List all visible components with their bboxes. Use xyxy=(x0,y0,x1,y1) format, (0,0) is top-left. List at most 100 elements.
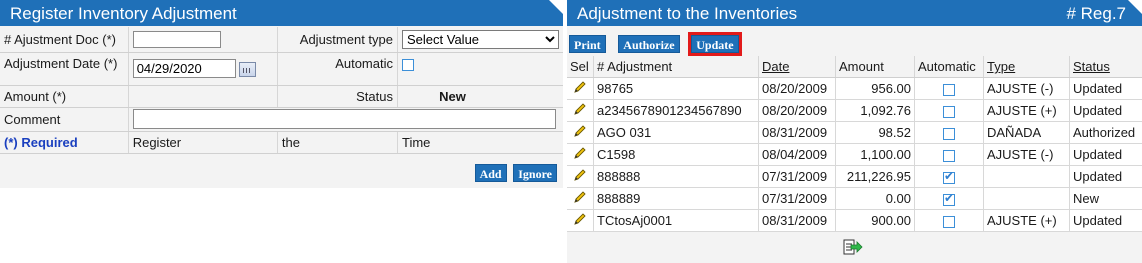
table-header-row: Sel # Adjustment Date Amount Automatic T… xyxy=(567,56,1142,78)
status-cell: Authorized xyxy=(1069,121,1142,144)
authorize-button[interactable]: Authorize xyxy=(618,35,680,53)
pencil-icon[interactable] xyxy=(573,124,587,138)
type-cell xyxy=(983,165,1070,188)
date-cell: 08/04/2009 xyxy=(758,143,836,166)
date-cell: 08/20/2009 xyxy=(758,77,836,100)
adjustments-list-panel: Adjustment to the Inventories # Reg.7 Pr… xyxy=(567,0,1142,263)
status-cell: Updated xyxy=(1069,143,1142,166)
type-cell: AJUSTE (-) xyxy=(983,77,1070,100)
pencil-icon[interactable] xyxy=(573,146,587,160)
required-note: (*) Required xyxy=(0,131,129,154)
comment-label: Comment xyxy=(0,107,129,132)
header-corner xyxy=(1128,0,1142,14)
table-row[interactable]: 98765 08/20/2009 956.00 AJUSTE (-) Updated xyxy=(567,77,1142,100)
row-select-cell[interactable] xyxy=(567,99,594,122)
col-date-label[interactable]: Date xyxy=(762,59,789,74)
comment-input[interactable] xyxy=(132,109,556,129)
adjustment-cell: 888889 xyxy=(593,187,759,210)
col-type[interactable]: Type xyxy=(983,56,1070,78)
ignore-button[interactable]: Ignore xyxy=(513,164,557,182)
add-button[interactable]: Add xyxy=(474,164,507,182)
adj-date-input[interactable] xyxy=(132,59,236,78)
amount-cell: 900.00 xyxy=(835,209,915,232)
amount-cell: 0.00 xyxy=(835,187,915,210)
table-row[interactable]: C1598 08/04/2009 1,100.00 AJUSTE (-) Updated xyxy=(567,143,1142,166)
date-cell: 08/20/2009 xyxy=(758,99,836,122)
right-panel-title: Adjustment to the Inventories xyxy=(577,4,798,23)
status-cell: New xyxy=(1069,187,1142,210)
adj-type-label: Adjustment type xyxy=(277,27,399,53)
automatic-cell xyxy=(914,165,984,188)
amount-cell: 211,226.95 xyxy=(835,165,915,188)
pencil-icon[interactable] xyxy=(573,190,587,204)
status-label: Status xyxy=(277,85,399,108)
calendar-icon[interactable] xyxy=(239,62,257,78)
footer-register: Register xyxy=(128,131,278,154)
update-button[interactable]: Update xyxy=(691,35,739,53)
col-automatic: Automatic xyxy=(914,56,984,78)
header-corner xyxy=(549,0,563,14)
adj-doc-input[interactable] xyxy=(132,30,221,48)
date-cell: 07/31/2009 xyxy=(758,165,836,188)
row-select-cell[interactable] xyxy=(567,143,594,166)
automatic-cell xyxy=(914,77,984,100)
adjustment-cell: a2345678901234567890 xyxy=(593,99,759,122)
form-actions: Add Ignore xyxy=(474,164,557,182)
automatic-checkbox[interactable] xyxy=(943,105,955,118)
col-type-label[interactable]: Type xyxy=(987,59,1015,74)
automatic-checkbox[interactable] xyxy=(943,149,955,162)
type-cell: AJUSTE (-) xyxy=(983,143,1070,166)
adjustment-cell: C1598 xyxy=(593,143,759,166)
automatic-checkbox[interactable] xyxy=(943,215,955,228)
automatic-checkbox[interactable] xyxy=(943,191,955,206)
table-body: 98765 08/20/2009 956.00 AJUSTE (-) Updated a2… xyxy=(567,77,1142,232)
automatic-cell xyxy=(914,99,984,122)
pencil-icon[interactable] xyxy=(573,168,587,182)
adjustment-cell: 98765 xyxy=(593,77,759,100)
amount-cell: 1,100.00 xyxy=(835,143,915,166)
adj-date-label: Adjustment Date (*) xyxy=(0,52,129,86)
row-select-cell[interactable] xyxy=(567,187,594,210)
register-form: # Ajustment Doc (*) Adjustment type Sele… xyxy=(0,27,563,154)
export-icon[interactable] xyxy=(843,238,863,256)
right-panel-header: Adjustment to the Inventories # Reg.7 xyxy=(567,0,1142,26)
row-select-cell[interactable] xyxy=(567,165,594,188)
table-row[interactable]: AGO 031 08/31/2009 98.52 DAÑADA Authorized xyxy=(567,121,1142,144)
status-value: New xyxy=(397,85,563,108)
print-button[interactable]: Print xyxy=(569,35,606,53)
update-highlight: Update xyxy=(688,32,742,56)
type-cell xyxy=(983,187,1070,210)
date-cell: 07/31/2009 xyxy=(758,187,836,210)
row-select-cell[interactable] xyxy=(567,77,594,100)
automatic-checkbox[interactable] xyxy=(943,127,955,140)
type-cell: AJUSTE (+) xyxy=(983,209,1070,232)
automatic-checkbox[interactable] xyxy=(402,59,414,72)
col-date[interactable]: Date xyxy=(758,56,836,78)
col-sel: Sel xyxy=(567,56,594,78)
record-count: # Reg.7 xyxy=(1066,4,1126,23)
row-select-cell[interactable] xyxy=(567,209,594,232)
automatic-cell xyxy=(914,209,984,232)
table-row[interactable]: 88888807/31/2009211,226.95 Updated xyxy=(567,165,1142,188)
adj-type-select[interactable]: Select Value xyxy=(402,29,559,49)
automatic-cell xyxy=(914,143,984,166)
automatic-label: Automatic xyxy=(277,52,399,86)
table-row[interactable]: 88888907/31/20090.00 New xyxy=(567,187,1142,210)
status-cell: Updated xyxy=(1069,77,1142,100)
amount-cell: 1,092.76 xyxy=(835,99,915,122)
adjustment-cell: 888888 xyxy=(593,165,759,188)
table-row[interactable]: a2345678901234567890 08/20/2009 1,092.76 AJ… xyxy=(567,99,1142,122)
col-amount: Amount xyxy=(835,56,915,78)
adj-doc-label: # Ajustment Doc (*) xyxy=(0,27,129,53)
row-select-cell[interactable] xyxy=(567,121,594,144)
automatic-checkbox[interactable] xyxy=(943,169,955,184)
table-row[interactable]: TCtosAj0001 08/31/2009 900.00 AJUSTE (+) Upd… xyxy=(567,209,1142,232)
list-toolbar: Print Authorize Update xyxy=(569,32,742,56)
pencil-icon[interactable] xyxy=(573,80,587,94)
footer-the: the xyxy=(277,131,399,154)
pencil-icon[interactable] xyxy=(573,212,587,226)
automatic-checkbox[interactable] xyxy=(943,83,955,96)
col-status[interactable]: Status xyxy=(1069,56,1142,78)
col-status-label[interactable]: Status xyxy=(1073,59,1110,74)
pencil-icon[interactable] xyxy=(573,102,587,116)
